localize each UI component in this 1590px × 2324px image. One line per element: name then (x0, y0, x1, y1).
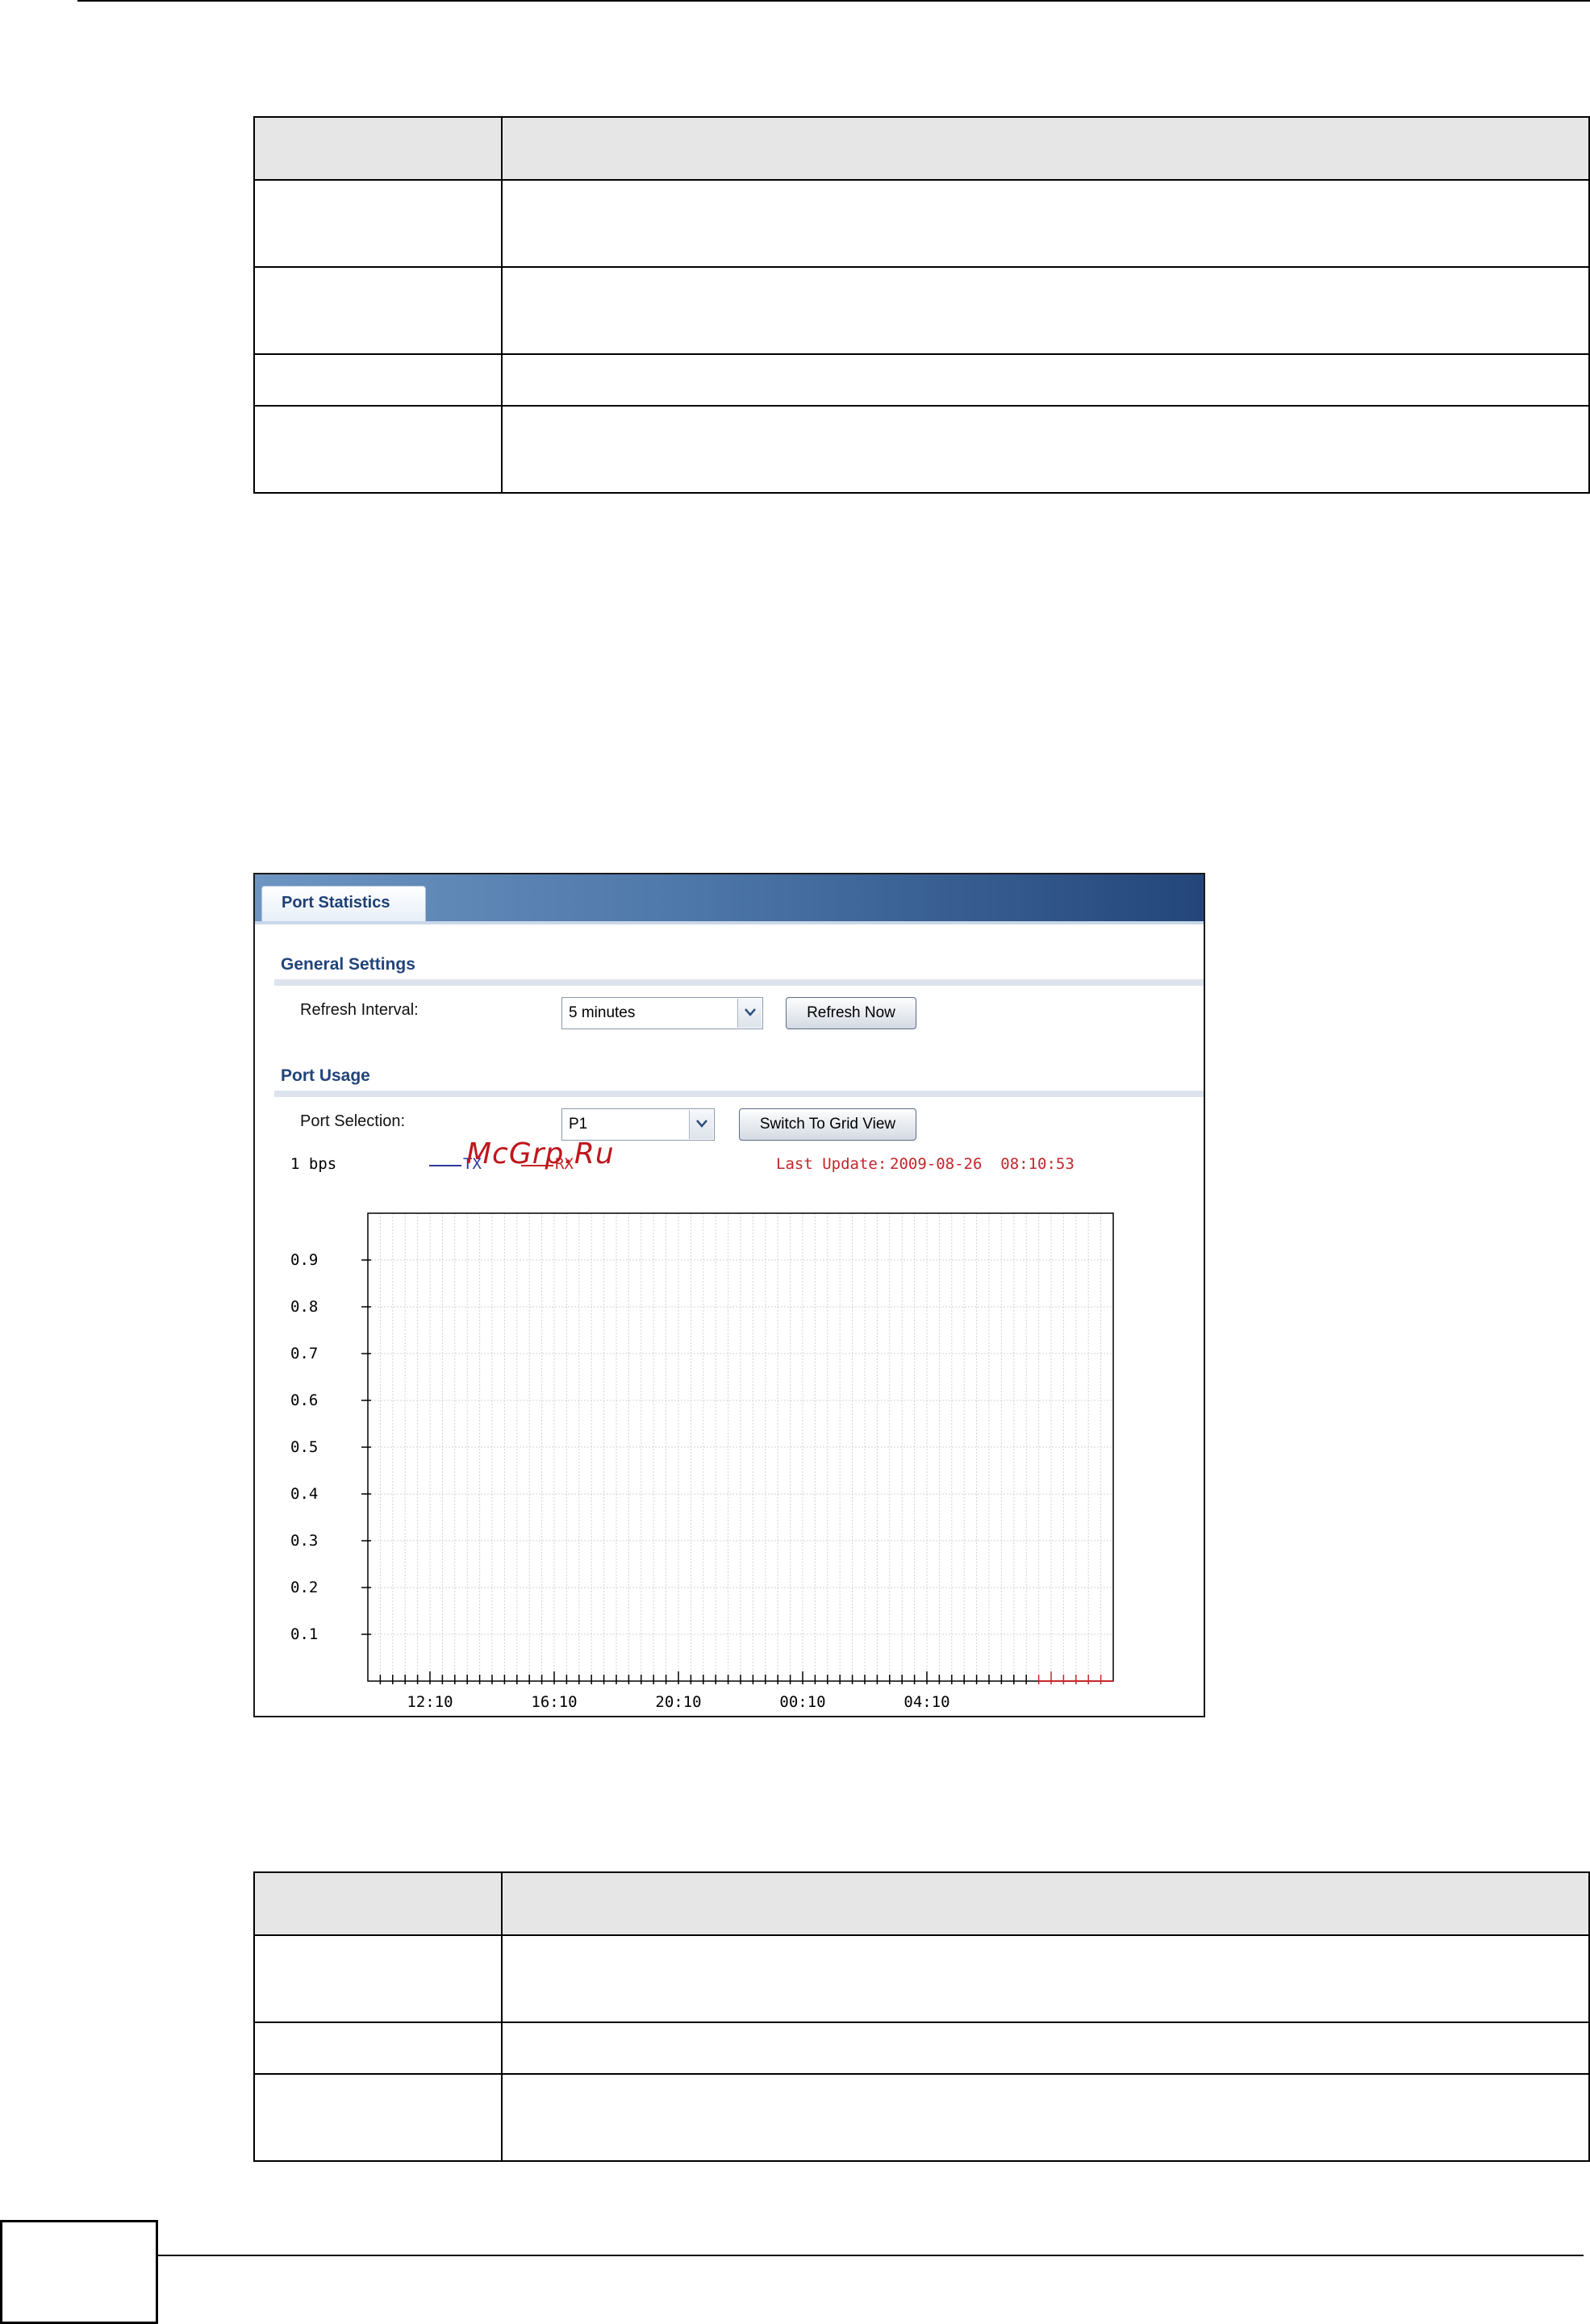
table-row (253, 179, 1590, 268)
y-tick-label: 0.1 (290, 1625, 319, 1643)
y-tick-label: 0.9 (290, 1251, 319, 1269)
x-tick-label: 16:10 (531, 1693, 578, 1711)
footer-rule (158, 2255, 1584, 2256)
page-number-box (0, 2220, 158, 2324)
port-usage-title: Port Usage (281, 1066, 370, 1085)
legend-tx-swatch (429, 1165, 461, 1166)
y-tick-label: 0.8 (290, 1298, 319, 1316)
chart-unit-label: 1 bps (290, 1155, 337, 1173)
y-tick-label: 0.2 (290, 1579, 319, 1596)
general-settings-title: General Settings (281, 955, 415, 974)
tab-port-statistics[interactable]: Port Statistics (261, 886, 426, 923)
port-usage-divider (274, 1091, 1204, 1097)
port-selection-value: P1 (569, 1116, 588, 1133)
port-selection-label: Port Selection: (300, 1112, 406, 1130)
y-tick-label: 0.3 (290, 1532, 319, 1550)
general-settings-divider (274, 979, 1204, 986)
port-selection-select[interactable]: P1 (561, 1108, 715, 1141)
chevron-down-icon[interactable] (689, 1110, 713, 1139)
refresh-interval-value: 5 minutes (569, 1004, 636, 1021)
switch-to-grid-view-button[interactable]: Switch To Grid View (739, 1108, 916, 1141)
description-table-2 (253, 1871, 1590, 2162)
x-tick-label: 04:10 (904, 1693, 950, 1711)
port-statistics-screen: Port Statistics General Settings Refresh… (253, 873, 1205, 1717)
refresh-interval-select[interactable]: 5 minutes (561, 997, 763, 1029)
x-tick-label: 00:10 (779, 1693, 826, 1711)
table-row (253, 2022, 1590, 2075)
table-row (253, 1934, 1590, 2023)
watermark-text: McGrp.Ru (466, 1137, 615, 1170)
table-header-row (253, 116, 1590, 181)
y-tick-label: 0.7 (290, 1345, 319, 1362)
table-row (253, 353, 1590, 407)
table-header-row (253, 1871, 1590, 1936)
table-row (253, 266, 1590, 355)
last-update-time: 2009-08-26 08:10:53 (890, 1155, 1075, 1173)
last-update-label: Last Update: (776, 1155, 887, 1173)
tab-underline (255, 921, 1204, 924)
table-row (253, 2073, 1590, 2162)
x-tick-label: 20:10 (655, 1693, 702, 1711)
y-tick-label: 0.6 (290, 1391, 319, 1409)
refresh-interval-label: Refresh Interval: (300, 1001, 419, 1019)
table-row (253, 405, 1590, 494)
description-table-1 (253, 116, 1590, 494)
refresh-now-button[interactable]: Refresh Now (786, 997, 916, 1029)
chevron-down-icon[interactable] (737, 999, 762, 1028)
y-tick-label: 0.4 (290, 1485, 319, 1503)
header-rule (77, 0, 1590, 2)
y-tick-label: 0.5 (290, 1438, 319, 1456)
port-usage-chart (361, 1212, 1114, 1684)
tab-bar: Port Statistics (255, 874, 1204, 923)
x-tick-label: 12:10 (407, 1693, 453, 1711)
tab-label: Port Statistics (282, 894, 390, 912)
